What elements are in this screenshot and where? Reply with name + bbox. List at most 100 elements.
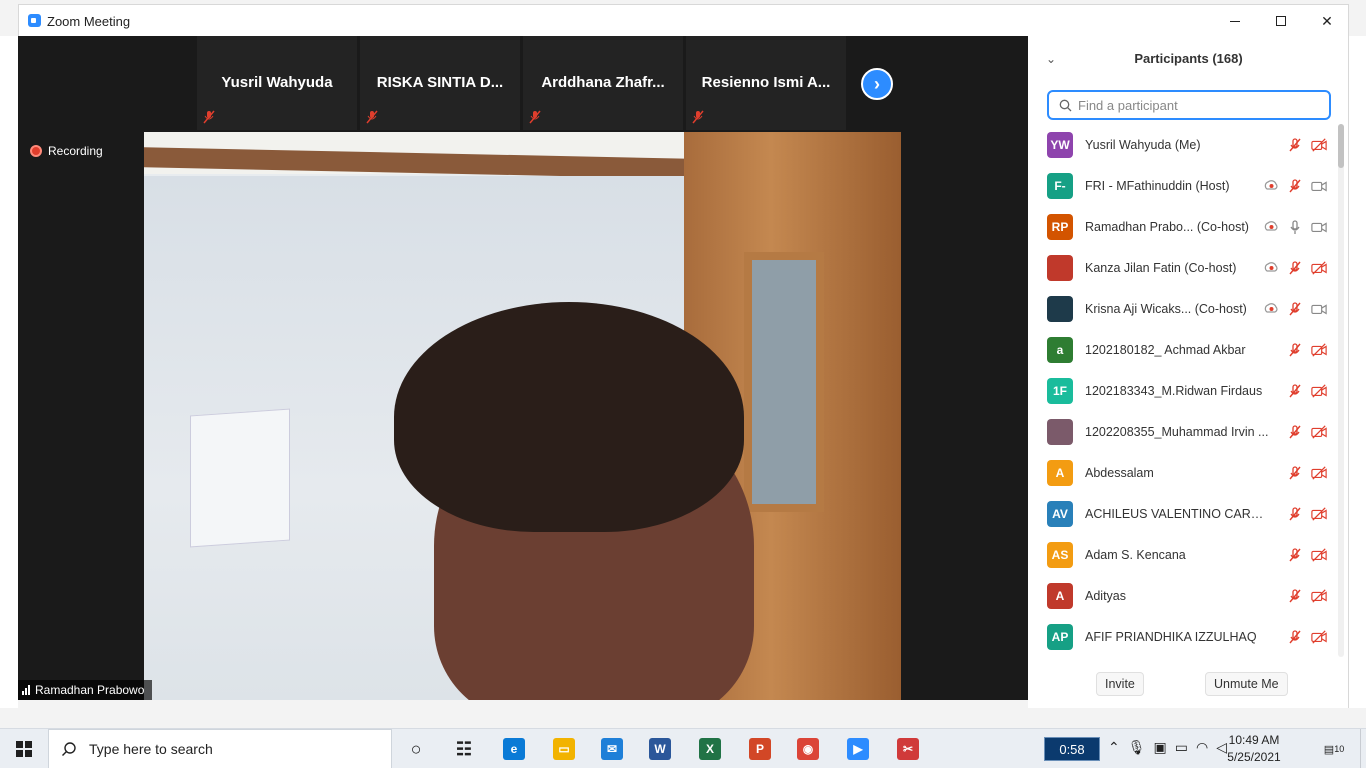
powerpoint-taskbar-button[interactable]: P	[746, 735, 774, 763]
video-off-icon[interactable]	[1311, 465, 1327, 481]
search-input[interactable]	[1078, 97, 1318, 113]
search-icon	[1059, 99, 1072, 111]
window-title-bar[interactable]: Zoom Meeting ✕	[18, 4, 1349, 36]
participant-status-icons	[1287, 411, 1327, 452]
avatar: AV	[1047, 500, 1073, 527]
participant-status-icons	[1263, 206, 1327, 247]
mic-muted-icon[interactable]	[1287, 547, 1303, 563]
avatar	[1047, 295, 1073, 322]
participant-row[interactable]: Krisna Aji Wicaks... (Co-host)	[1028, 288, 1349, 329]
participant-row[interactable]: Kanza Jilan Fatin (Co-host)	[1028, 247, 1349, 288]
mic-muted-icon	[692, 110, 704, 124]
participant-row[interactable]: a 1202180182_ Achmad Akbar	[1028, 329, 1349, 370]
next-page-button[interactable]: ›	[861, 68, 893, 100]
maximize-button[interactable]	[1258, 5, 1304, 37]
participant-row[interactable]: AP AFIF PRIANDHIKA IZZULHAQ	[1028, 616, 1349, 657]
chevron-up-icon[interactable]: ⌃	[1108, 739, 1120, 756]
video-off-icon[interactable]	[1311, 547, 1327, 563]
speaker-name: Ramadhan Prabowo	[35, 683, 145, 697]
participant-thumbnail[interactable]: RISKA SINTIA D...	[360, 36, 520, 130]
timeline-icon: ☷	[455, 738, 473, 759]
scrollbar-thumb[interactable]	[1338, 124, 1344, 168]
mic-muted-icon[interactable]	[1287, 383, 1303, 399]
participant-list-scrollbar[interactable]	[1338, 124, 1344, 657]
invite-button[interactable]: Invite	[1096, 672, 1144, 696]
avatar: A	[1047, 582, 1073, 609]
speaker-name-tag: Ramadhan Prabowo	[18, 680, 153, 700]
recording-icon	[1264, 220, 1278, 231]
mic-muted-icon[interactable]	[1287, 260, 1303, 276]
video-off-icon[interactable]	[1311, 260, 1327, 276]
mic-icon[interactable]	[1287, 219, 1303, 235]
participant-row[interactable]: RP Ramadhan Prabo... (Co-host)	[1028, 206, 1349, 247]
video-off-icon[interactable]	[1311, 629, 1327, 645]
maximize-icon	[1276, 16, 1286, 26]
task-view-taskbar-button[interactable]: ○	[402, 735, 430, 763]
participant-status-icons	[1287, 124, 1327, 165]
powerpoint-icon: P	[749, 738, 771, 760]
edge-taskbar-button[interactable]: e	[500, 735, 528, 763]
video-off-icon[interactable]	[1311, 506, 1327, 522]
minimize-button[interactable]	[1212, 5, 1258, 37]
video-icon[interactable]	[1311, 178, 1327, 194]
mail-taskbar-button[interactable]: ✉	[598, 735, 626, 763]
video-off-icon[interactable]	[1311, 588, 1327, 604]
participant-row[interactable]: F- FRI - MFathinuddin (Host)	[1028, 165, 1349, 206]
notifications-button[interactable]: ▤ 10	[1322, 739, 1346, 759]
mic-muted-icon[interactable]	[1287, 301, 1303, 317]
mic-muted-icon[interactable]	[1287, 588, 1303, 604]
participant-row[interactable]: AV ACHILEUS VALENTINO CARADA	[1028, 493, 1349, 534]
video-icon[interactable]	[1311, 219, 1327, 235]
word-taskbar-button[interactable]: W	[646, 735, 674, 763]
battery-icon[interactable]: ▭	[1175, 739, 1188, 756]
participant-row[interactable]: YW Yusril Wahyuda (Me)	[1028, 124, 1349, 165]
excel-taskbar-button[interactable]: X	[696, 735, 724, 763]
video-off-icon[interactable]	[1311, 383, 1327, 399]
notifications-icon: ▤	[1323, 743, 1335, 756]
file-explorer-taskbar-button[interactable]: ▭	[550, 735, 578, 763]
mic-muted-icon[interactable]	[1287, 465, 1303, 481]
mic-muted-icon[interactable]	[1287, 506, 1303, 522]
show-desktop-button[interactable]	[1360, 729, 1366, 768]
video-icon[interactable]	[1311, 301, 1327, 317]
mic-muted-icon[interactable]	[1287, 424, 1303, 440]
mic-muted-icon[interactable]	[1287, 178, 1303, 194]
mic-muted-icon[interactable]	[1287, 342, 1303, 358]
participant-thumbnail[interactable]: Resienno Ismi A...	[686, 36, 846, 130]
mic-muted-icon[interactable]	[1287, 629, 1303, 645]
security-icon[interactable]: ▣	[1154, 739, 1167, 756]
mic-muted-icon[interactable]	[1287, 137, 1303, 153]
participant-thumbnail[interactable]: Yusril Wahyuda	[197, 36, 357, 130]
desktop-background	[1349, 36, 1366, 708]
screen: Zoom Meeting ✕ Yusril Wahyuda RISKA SINT…	[0, 0, 1366, 768]
participant-row[interactable]: A Abdessalam	[1028, 452, 1349, 493]
zoom-taskbar-button[interactable]: ▶	[844, 735, 872, 763]
participant-thumbnail[interactable]: Arddhana Zhafr...	[523, 36, 683, 130]
participants-title: Participants (168)	[1134, 51, 1243, 66]
recording-timer[interactable]: 0:58	[1044, 737, 1100, 761]
video-off-icon[interactable]	[1311, 424, 1327, 440]
recording-icon	[1264, 261, 1278, 272]
participant-row[interactable]: AS Adam S. Kencana	[1028, 534, 1349, 575]
unmute-me-button[interactable]: Unmute Me	[1205, 672, 1288, 696]
wifi-icon[interactable]: ◠	[1196, 739, 1208, 756]
timeline-taskbar-button[interactable]: ☷	[450, 735, 478, 763]
video-off-icon[interactable]	[1311, 137, 1327, 153]
microphone-icon[interactable]: 🎙	[1128, 739, 1146, 756]
participant-search[interactable]	[1047, 90, 1331, 120]
participant-row[interactable]: 1F 1202183343_M.Ridwan Firdaus	[1028, 370, 1349, 411]
snipping-tool-taskbar-button[interactable]: ✂	[894, 735, 922, 763]
participant-status-icons	[1287, 452, 1327, 493]
mic-muted-icon	[366, 110, 378, 124]
close-button[interactable]: ✕	[1304, 5, 1350, 37]
participant-row[interactable]: A Adityas	[1028, 575, 1349, 616]
start-button[interactable]	[0, 729, 48, 768]
clock[interactable]: 10:49 AM 5/25/2021	[1222, 732, 1286, 766]
recording-indicator: Recording	[30, 144, 103, 158]
chrome-taskbar-button[interactable]: ◉	[794, 735, 822, 763]
participant-row[interactable]: 1202208355_Muhammad Irvin ...	[1028, 411, 1349, 452]
taskbar: Type here to search ○ ☷ e ▭ ✉ W X P ◉ ▶ ✂ 0:58 ⌃ 🎙…	[0, 728, 1366, 768]
taskbar-search[interactable]: Type here to search	[48, 729, 392, 768]
video-off-icon[interactable]	[1311, 342, 1327, 358]
zoom-icon	[28, 14, 41, 27]
